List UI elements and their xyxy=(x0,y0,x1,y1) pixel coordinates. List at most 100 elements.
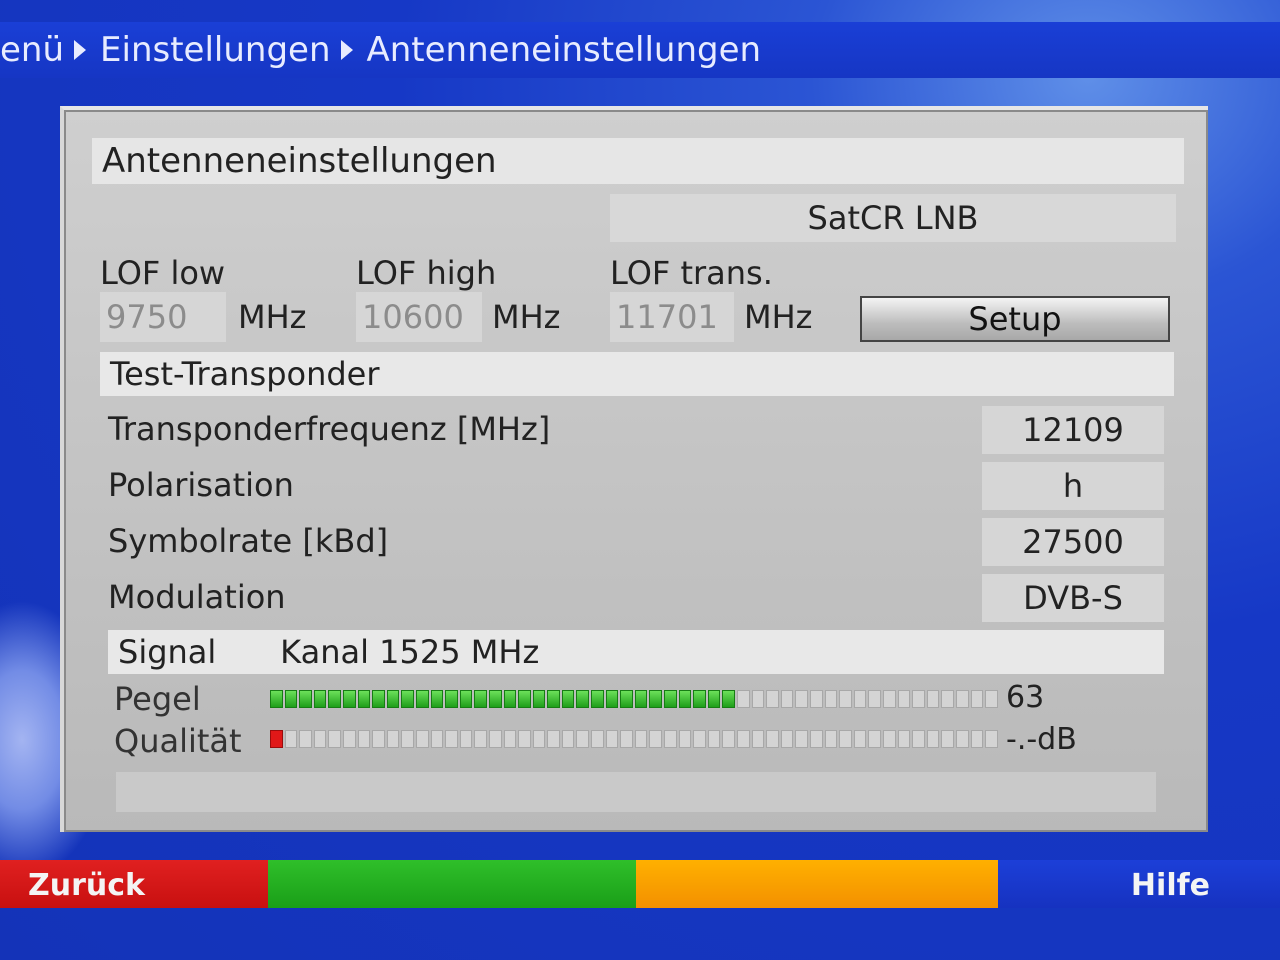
pegel-segment xyxy=(503,690,517,708)
qualitaet-segment xyxy=(678,730,692,748)
qualitaet-segment xyxy=(401,730,414,748)
symbolrate-field[interactable]: 27500 xyxy=(982,518,1164,566)
qualitaet-segment xyxy=(620,730,633,748)
pegel-segment xyxy=(488,690,502,708)
pegel-level-bar xyxy=(270,690,998,708)
qualitaet-segment xyxy=(518,730,531,748)
qualitaet-segment xyxy=(459,730,473,748)
qualitaet-segment xyxy=(474,730,487,748)
lof-high-label: LOF high xyxy=(356,254,497,292)
pegel-segment xyxy=(897,690,911,708)
setup-button[interactable]: Setup xyxy=(860,296,1170,342)
pegel-segment xyxy=(532,690,546,708)
qualitaet-label: Qualität xyxy=(114,722,242,760)
pegel-segment xyxy=(985,690,998,708)
pegel-segment xyxy=(882,690,896,708)
lof-trans-unit: MHz xyxy=(744,298,813,336)
pegel-segment xyxy=(547,690,560,708)
qualitaet-segment xyxy=(299,730,312,748)
qualitaet-segment xyxy=(488,730,502,748)
pegel-segment xyxy=(430,690,444,708)
pegel-segment xyxy=(912,690,925,708)
qualitaet-segment xyxy=(605,730,619,748)
pegel-segment xyxy=(926,690,940,708)
pegel-segment xyxy=(591,690,604,708)
pegel-segment xyxy=(576,690,590,708)
qualitaet-segment xyxy=(941,730,954,748)
pegel-segment xyxy=(941,690,954,708)
pegel-segment xyxy=(620,690,633,708)
pegel-segment xyxy=(970,690,984,708)
pegel-segment xyxy=(955,690,969,708)
blue-key-help[interactable]: Hilfe xyxy=(998,860,1280,908)
pegel-segment xyxy=(853,690,867,708)
panel-bottom-strip xyxy=(116,772,1156,812)
pegel-segment xyxy=(664,690,677,708)
qualitaet-segment xyxy=(386,730,400,748)
pegel-segment xyxy=(649,690,663,708)
function-key-bar: Zurück Hilfe xyxy=(0,860,1280,908)
qualitaet-segment xyxy=(795,730,808,748)
signal-channel: Kanal 1525 MHz xyxy=(280,633,540,671)
qualitaet-segment xyxy=(780,730,794,748)
pegel-segment xyxy=(284,690,298,708)
modulation-field[interactable]: DVB-S xyxy=(982,574,1164,622)
qualitaet-value: -.-dB xyxy=(1006,722,1077,757)
pegel-segment xyxy=(707,690,721,708)
lof-high-unit: MHz xyxy=(492,298,561,336)
pegel-segment xyxy=(299,690,312,708)
pegel-segment xyxy=(270,690,283,708)
qualitaet-segment xyxy=(737,730,750,748)
pegel-segment xyxy=(693,690,706,708)
qualitaet-segment xyxy=(853,730,867,748)
pegel-segment xyxy=(445,690,458,708)
antenna-settings-panel: Antenneneinstellungen SatCR LNB LOF low … xyxy=(60,106,1208,832)
pegel-segment xyxy=(678,690,692,708)
qualitaet-segment xyxy=(357,730,371,748)
pegel-segment xyxy=(561,690,575,708)
qualitaet-segment xyxy=(693,730,706,748)
qualitaet-segment xyxy=(503,730,517,748)
signal-header: Signal Kanal 1525 MHz xyxy=(108,630,1164,674)
pegel-segment xyxy=(737,690,750,708)
yellow-key[interactable] xyxy=(636,860,998,908)
pegel-segment xyxy=(766,690,779,708)
qualitaet-segment xyxy=(634,730,648,748)
qualitaet-segment xyxy=(985,730,998,748)
pegel-segment xyxy=(459,690,473,708)
pegel-segment xyxy=(722,690,735,708)
lof-low-field[interactable]: 9750 xyxy=(100,292,226,342)
lof-low-label: LOF low xyxy=(100,254,226,292)
lof-high-field[interactable]: 10600 xyxy=(356,292,482,342)
lnb-type-selector[interactable]: SatCR LNB xyxy=(610,194,1176,242)
symbolrate-label: Symbolrate [kBd] xyxy=(108,522,389,560)
qualitaet-segment xyxy=(766,730,779,748)
test-transponder-header: Test-Transponder xyxy=(100,352,1174,396)
breadcrumb-item-settings[interactable]: Einstellungen xyxy=(100,30,330,70)
breadcrumb-item-menu[interactable]: enü xyxy=(0,30,64,70)
qualitaet-segment xyxy=(547,730,560,748)
qualitaet-segment xyxy=(912,730,925,748)
lof-low-unit: MHz xyxy=(238,298,307,336)
qualitaet-segment xyxy=(824,730,838,748)
qualitaet-segment xyxy=(649,730,663,748)
qualitaet-segment xyxy=(532,730,546,748)
pegel-segment xyxy=(839,690,852,708)
breadcrumb-separator-icon xyxy=(340,40,353,60)
qualitaet-segment xyxy=(955,730,969,748)
polarisation-field[interactable]: h xyxy=(982,462,1164,510)
green-key[interactable] xyxy=(268,860,636,908)
qualitaet-segment xyxy=(270,730,283,748)
pegel-segment xyxy=(605,690,619,708)
pegel-label: Pegel xyxy=(114,680,201,718)
breadcrumb-separator-icon xyxy=(74,40,87,60)
pegel-segment xyxy=(824,690,838,708)
signal-label: Signal xyxy=(118,633,217,671)
qualitaet-segment xyxy=(576,730,590,748)
pegel-segment xyxy=(401,690,414,708)
lof-trans-field[interactable]: 11701 xyxy=(610,292,734,342)
transponder-frequency-field[interactable]: 12109 xyxy=(982,406,1164,454)
red-key-back[interactable]: Zurück xyxy=(0,860,268,908)
modulation-label: Modulation xyxy=(108,578,286,616)
pegel-value: 63 xyxy=(1006,680,1045,715)
